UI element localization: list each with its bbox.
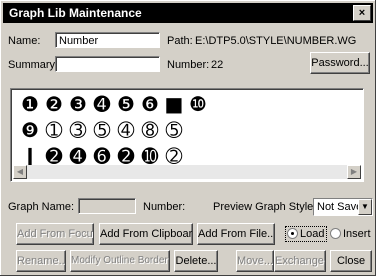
graph-lib-window: Graph Lib Maintenance × Name: Number Pat…	[0, 0, 376, 276]
graph-name-label: Graph Name:	[8, 201, 75, 213]
glyph-icon-3[interactable]: ❸	[67, 93, 89, 115]
graph-name-input[interactable]	[78, 198, 136, 214]
name-input[interactable]: Number	[55, 32, 160, 48]
add-from-focus-button[interactable]: Add From Focus	[16, 223, 94, 245]
glyph-icon-10[interactable]: ➀	[43, 119, 65, 141]
number-label: Number:	[167, 59, 210, 71]
glyph-icon-12[interactable]: ➄	[91, 119, 113, 141]
glyph-icon-8[interactable]: ❿	[187, 93, 209, 115]
window-title: Graph Lib Maintenance	[9, 6, 142, 20]
focus-indicator	[285, 226, 327, 242]
glyph-icon-15[interactable]: ➄	[163, 119, 185, 141]
path-value: E:\DTP5.0\STYLE\NUMBER.WG	[195, 35, 357, 47]
glyph-icon-18[interactable]: ➍	[67, 145, 89, 167]
exchange-button[interactable]: Exchange...	[274, 250, 326, 272]
glyph-icon-5[interactable]: ❺	[115, 93, 137, 115]
graph-number-label: Number:	[143, 201, 186, 213]
glyph-icon-1[interactable]: ❶	[19, 93, 41, 115]
summary-label: Summary:	[8, 59, 59, 71]
glyph-icon-22[interactable]: ➁	[163, 145, 185, 167]
add-from-file-button[interactable]: Add From File...	[197, 223, 275, 245]
glyph-icon-9[interactable]: ❾	[19, 119, 41, 141]
close-button[interactable]: Close	[330, 250, 372, 272]
title-bar[interactable]: Graph Lib Maintenance ×	[3, 3, 373, 23]
glyph-icon-19[interactable]: ➏	[91, 145, 113, 167]
preview-style-label: Preview Graph Style:	[213, 201, 317, 213]
insert-label[interactable]: Insert	[343, 228, 371, 240]
chevron-down-icon[interactable]: ▼	[358, 199, 372, 215]
graph-library-panel[interactable]: ❶ ❷ ❸ ➍ ❺ ❻ ■ ❿ ❾ ➀ ➂ ➄ ➃ ➇ ➄ ❙ ➋ ➍ ➏ ➋ …	[10, 88, 364, 182]
glyph-icon-11[interactable]: ➂	[67, 119, 89, 141]
scroll-right-icon[interactable]: ▶	[347, 165, 361, 179]
glyph-icon-17[interactable]: ➋	[43, 145, 65, 167]
glyph-icon-13[interactable]: ➃	[115, 119, 137, 141]
glyph-icon-4[interactable]: ➍	[91, 93, 113, 115]
modify-outline-border-button[interactable]: Modify Outline Border...	[70, 250, 170, 272]
glyph-icon-14[interactable]: ➇	[139, 119, 161, 141]
insert-radio[interactable]	[330, 228, 341, 239]
summary-input[interactable]	[55, 56, 160, 72]
glyph-icon-21[interactable]: ➓	[139, 145, 161, 167]
glyph-icon-7[interactable]: ■	[163, 93, 185, 115]
password-button[interactable]: Password...	[310, 52, 370, 74]
preview-style-select[interactable]: Not Save ▼	[313, 198, 373, 216]
scroll-left-icon[interactable]: ◀	[13, 165, 27, 179]
close-icon[interactable]: ×	[353, 5, 371, 21]
rename-button[interactable]: Rename...	[16, 250, 66, 272]
preview-style-value: Not Save	[317, 201, 363, 213]
delete-button[interactable]: Delete...	[174, 250, 218, 272]
move-button[interactable]: Move...	[236, 250, 274, 272]
path-label: Path:	[167, 35, 193, 47]
glyph-icon-20[interactable]: ➋	[115, 145, 137, 167]
add-from-clipboard-button[interactable]: Add From Clipboard	[99, 223, 193, 245]
horizontal-scrollbar[interactable]: ◀ ▶	[13, 165, 361, 179]
glyph-icon-2[interactable]: ❷	[43, 93, 65, 115]
number-value: 22	[211, 59, 224, 71]
glyph-icon-6[interactable]: ❻	[139, 93, 161, 115]
name-label: Name:	[8, 35, 41, 47]
glyph-icon-16[interactable]: ❙	[19, 145, 41, 167]
